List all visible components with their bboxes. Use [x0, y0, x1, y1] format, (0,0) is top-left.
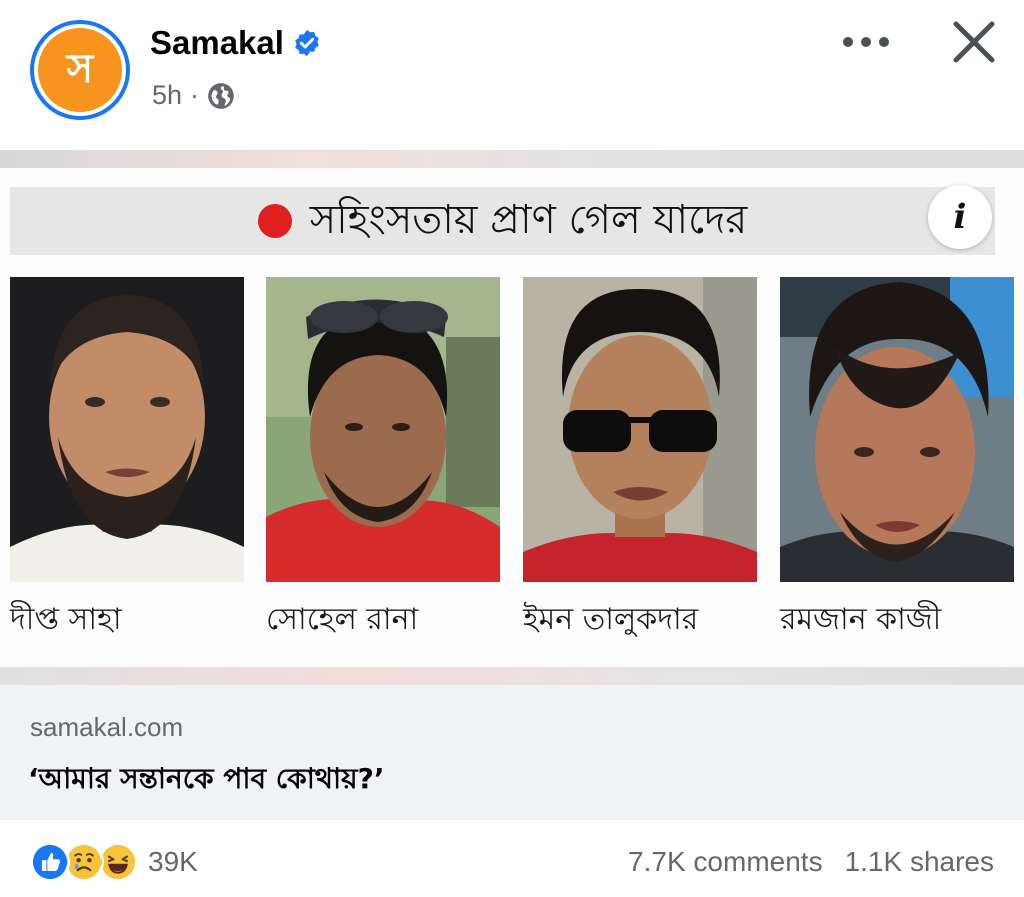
- page-logo: স: [38, 28, 122, 112]
- meta-separator: ·: [190, 80, 200, 110]
- globe-icon: [208, 82, 234, 109]
- page-avatar[interactable]: স: [30, 20, 130, 120]
- portrait-image: [266, 277, 500, 582]
- engagement-stats: 7.7K comments 1.1K shares: [628, 846, 994, 878]
- portrait-image: [10, 277, 244, 582]
- red-dot-icon: [257, 204, 292, 238]
- link-preview[interactable]: samakal.com ‘আমার সন্তানকে পাব কোথায়?’: [0, 685, 1024, 820]
- post-header: স Samakal 5h ·: [0, 0, 1024, 150]
- banner-title: সহিংসতায় প্রাণ গেল যাদের: [309, 196, 748, 243]
- person-photo-1: [10, 277, 244, 582]
- page-name-link[interactable]: Samakal: [150, 24, 322, 62]
- portrait-image: [523, 277, 757, 582]
- comments-count[interactable]: 7.7K comments: [628, 846, 823, 878]
- image-banner: সহিংসতায় প্রাণ গেল যাদের: [10, 187, 995, 255]
- person-name-3: ইমন তালুকদার: [523, 602, 699, 637]
- like-icon: [30, 842, 70, 882]
- info-button[interactable]: i: [928, 185, 992, 249]
- verified-badge-icon: [295, 29, 319, 57]
- person-photo-3: [523, 277, 757, 582]
- close-icon: [953, 21, 995, 63]
- portrait-image: [780, 277, 1014, 582]
- post-image[interactable]: সহিংসতায় প্রাণ গেল যাদের i দীপ্ত সাহা স…: [0, 150, 1024, 685]
- image-top-band: [0, 150, 1024, 168]
- sad-icon: [64, 842, 104, 882]
- haha-icon: [98, 842, 138, 882]
- image-bottom-band: [0, 667, 1024, 685]
- person-name-4: রমজান কাজী: [780, 602, 942, 637]
- person-photo-2: [266, 277, 500, 582]
- page-name[interactable]: Samakal: [150, 24, 284, 62]
- post-meta: 5h ·: [152, 80, 235, 111]
- link-title[interactable]: ‘আমার সন্তানকে পাব কোথায়?’: [28, 757, 384, 804]
- post-footer: 39K 7.7K comments 1.1K shares: [0, 820, 1024, 897]
- shares-count[interactable]: 1.1K shares: [845, 846, 994, 878]
- more-dots-icon: [843, 37, 889, 47]
- person-photo-4: [780, 277, 1014, 582]
- more-options-button[interactable]: [836, 22, 896, 62]
- reactions-summary[interactable]: 39K: [30, 842, 198, 882]
- close-button[interactable]: [944, 12, 1004, 72]
- person-name-1: দীপ্ত সাহা: [10, 602, 122, 637]
- person-name-2: সোহেল রানা: [266, 602, 419, 637]
- post-time[interactable]: 5h: [152, 80, 182, 111]
- reaction-count[interactable]: 39K: [148, 846, 198, 878]
- link-domain: samakal.com: [30, 712, 184, 742]
